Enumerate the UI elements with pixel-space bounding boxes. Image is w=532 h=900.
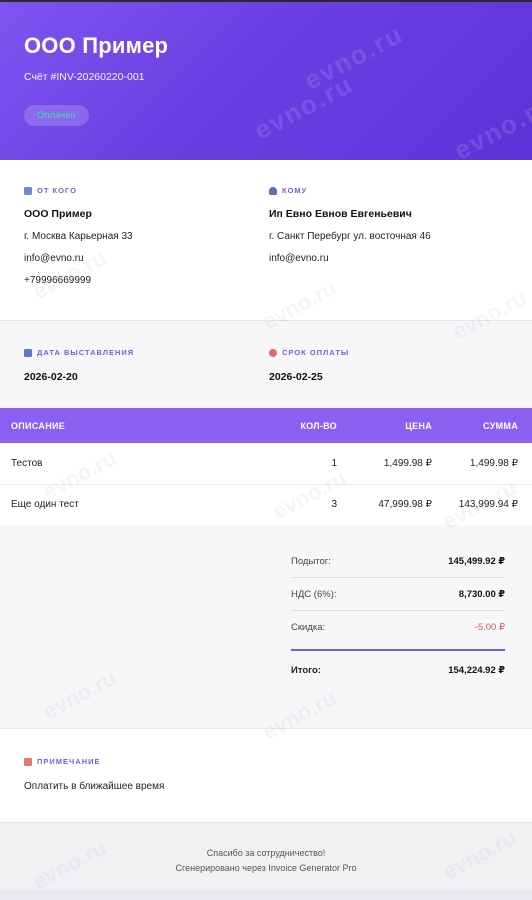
issue-date-value: 2026-02-20: [24, 371, 78, 383]
item-price: 47,999.98 ₽: [378, 499, 432, 511]
from-block: От кого ООО Пример г. Москва Карьерная 3…: [24, 186, 263, 300]
discount-value: -5.00 ₽: [474, 622, 505, 633]
item-description: Тестов: [11, 457, 43, 469]
company-title: ООО Пример: [24, 33, 169, 58]
subtotal-row: Подытог: 145,499.92 ₽: [291, 545, 505, 578]
grand-total-value: 154,224.92 ₽: [448, 664, 505, 676]
header-description: Описание: [11, 420, 66, 431]
table-row: Тестов 1 1,499.98 ₽ 1,499.98 ₽: [0, 443, 532, 484]
notes-text: Оплатить в ближайшее время: [24, 781, 165, 792]
invoice-header: evno.ru evno.ru evno.ru ООО Пример Счёт …: [0, 2, 532, 160]
to-label: Кому: [269, 186, 508, 195]
notes-label: Примечание: [37, 757, 101, 766]
header-price: Цена: [405, 420, 432, 431]
to-block: Кому Ип Евно Евнов Евгеньевич г. Санкт П…: [263, 186, 508, 300]
dates-section: Дата выставления 2026-02-20 Срок оплаты …: [0, 320, 532, 408]
building-icon: [24, 186, 32, 195]
discount-row: Скидка: -5.00 ₽: [291, 611, 505, 644]
due-date-value: 2026-02-25: [269, 371, 323, 383]
footer-thanks: Спасибо за сотрудничество!: [206, 848, 326, 858]
totals-section: Подытог: 145,499.92 ₽ НДС (6%): 8,730.00…: [0, 525, 532, 728]
item-quantity: 3: [331, 499, 337, 511]
status-badge: Оплачен: [24, 105, 89, 126]
vat-label: НДС (6%):: [291, 588, 337, 600]
to-address: г. Санкт Перебург ул. восточная 46: [269, 231, 431, 242]
grand-total-label: Итого:: [291, 664, 321, 676]
totals-box: Подытог: 145,499.92 ₽ НДС (6%): 8,730.00…: [291, 545, 505, 728]
from-label: От кого: [24, 186, 263, 195]
alarm-clock-icon: [269, 348, 277, 357]
to-name: Ип Евно Евнов Евгеньевич: [269, 208, 412, 220]
discount-label: Скидка:: [291, 622, 326, 633]
item-description: Еще один тест: [11, 499, 79, 511]
items-table: Описание Кол-во Цена Сумма Тестов 1 1,49…: [0, 408, 532, 525]
item-sum: 143,999.94 ₽: [458, 499, 518, 511]
item-price: 1,499.98 ₽: [383, 457, 432, 469]
grand-total-row: Итого: 154,224.92 ₽: [291, 651, 505, 689]
from-address: г. Москва Карьерная 33: [24, 231, 133, 242]
due-date-block: Срок оплаты 2026-02-25: [263, 348, 508, 408]
subtotal-value: 145,499.92 ₽: [448, 555, 505, 567]
issue-date-label: Дата выставления: [37, 348, 135, 357]
table-row: Еще один тест 3 47,999.98 ₽ 143,999.94 ₽: [0, 484, 532, 525]
from-email: info@evno.ru: [24, 253, 84, 264]
item-sum: 1,499.98 ₽: [469, 457, 518, 469]
header-quantity: Кол-во: [300, 420, 337, 431]
watermark: evno.ru: [449, 88, 532, 160]
from-name: ООО Пример: [24, 208, 92, 220]
invoice: evno.ru evno.ru evno.ru ООО Пример Счёт …: [0, 0, 532, 890]
calendar-icon: [24, 348, 32, 357]
subtotal-label: Подытог:: [291, 555, 331, 567]
table-header-row: Описание Кол-во Цена Сумма: [0, 408, 532, 443]
vat-value: 8,730.00 ₽: [458, 588, 505, 600]
to-email: info@evno.ru: [269, 253, 329, 264]
memo-icon: [24, 757, 32, 766]
issue-date-block: Дата выставления 2026-02-20: [24, 348, 263, 408]
invoice-number: Счёт #INV-20260220-001: [24, 71, 145, 83]
header-sum: Сумма: [483, 420, 518, 431]
parties-section: От кого ООО Пример г. Москва Карьерная 3…: [0, 160, 532, 320]
from-phone: +79996669999: [24, 275, 92, 286]
due-date-label: Срок оплаты: [282, 348, 350, 357]
person-icon: [269, 186, 277, 195]
footer-generator: Сгенерировано через Invoice Generator Pr…: [175, 863, 357, 873]
vat-row: НДС (6%): 8,730.00 ₽: [291, 578, 505, 611]
notes-section: Примечание Оплатить в ближайшее время: [0, 728, 532, 822]
invoice-footer: Спасибо за сотрудничество! Сгенерировано…: [0, 822, 532, 890]
item-quantity: 1: [331, 457, 337, 469]
